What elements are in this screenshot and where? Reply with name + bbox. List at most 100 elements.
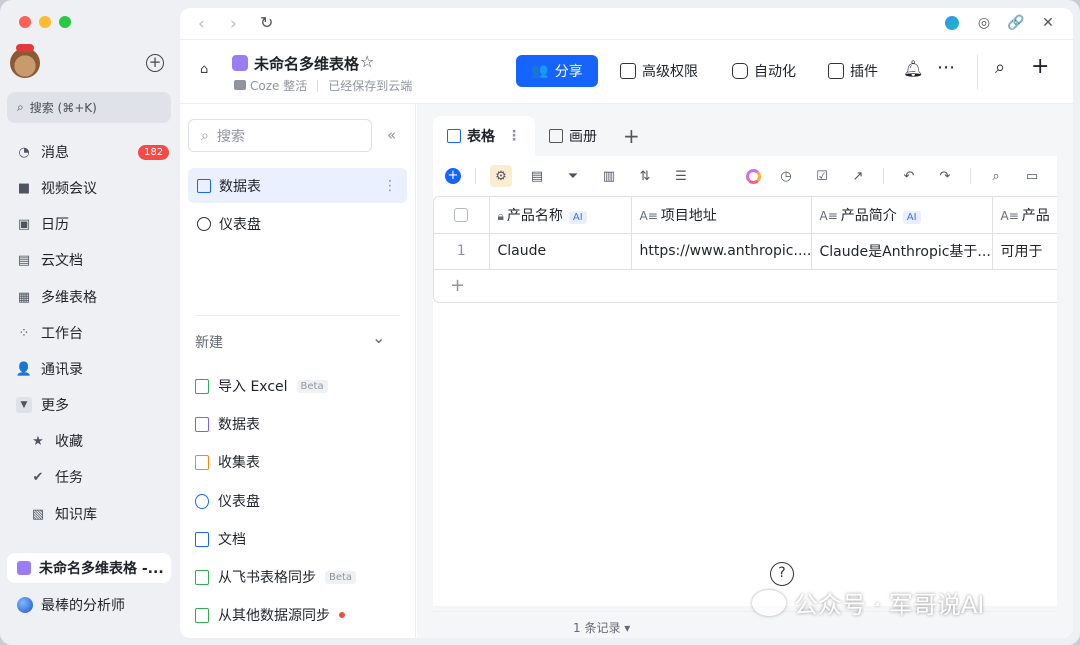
add-record-icon[interactable]: + xyxy=(445,168,461,184)
recent-item-analyst[interactable]: 最棒的分析师 xyxy=(7,590,171,620)
assistant-icon[interactable] xyxy=(943,14,961,32)
bell-icon[interactable]: 🔔︎ xyxy=(903,59,923,78)
star-icon[interactable]: ☆ xyxy=(360,52,374,71)
workspace-breadcrumb[interactable]: Coze 整活 xyxy=(234,77,307,94)
reload-icon[interactable]: ↻ xyxy=(260,13,273,32)
redo-icon[interactable]: ↷ xyxy=(934,165,956,187)
avatar[interactable] xyxy=(10,44,40,78)
sidebar-item-label: 消息 xyxy=(41,145,69,161)
sidebar-item-video[interactable]: ■ 视频会议 xyxy=(16,176,97,200)
sidebar-item-messages[interactable]: ◔ 消息 xyxy=(16,140,69,164)
grid-table: 🔒︎ 产品名称 AI A≡ 项目地址 A≡ 产品简介 AI A≡ 产品 1 Cl… xyxy=(434,197,1057,270)
share-arrow-icon[interactable]: ↗ xyxy=(847,165,869,187)
new-dashboard[interactable]: 仪表盘 xyxy=(195,490,260,512)
sidebar-item-label: 任务 xyxy=(55,470,83,486)
sidebar-item-dashboard[interactable]: 仪表盘 xyxy=(188,206,407,241)
table-search-input[interactable]: ⌕ 搜索 xyxy=(188,119,372,152)
field-config-icon[interactable]: ▤ xyxy=(526,165,548,187)
app-sidebar: + ⌕ 搜索 (⌘+K) ◔ 消息 182 ■ 视频会议 ▣ 日历 ▤ 云文档 … xyxy=(0,0,178,645)
more-icon[interactable]: ⋯ xyxy=(937,57,955,78)
column-header-product[interactable]: A≡ 产品 xyxy=(992,197,1057,234)
forward-icon[interactable]: › xyxy=(230,14,237,34)
sidebar-item-calendar[interactable]: ▣ 日历 xyxy=(16,212,69,236)
permissions-button[interactable]: 高级权限 xyxy=(620,61,698,81)
settings-icon[interactable]: ⚙ xyxy=(490,165,512,187)
sidebar-item-workplace[interactable]: ⁘ 工作台 xyxy=(16,321,83,345)
link-icon[interactable]: 🔗 xyxy=(1007,14,1025,32)
tab-gallery[interactable]: 画册 xyxy=(535,116,611,156)
close-icon[interactable]: ✕ xyxy=(1039,14,1057,32)
more-vertical-icon[interactable]: ⋮ xyxy=(507,128,521,144)
add-view-icon[interactable]: + xyxy=(611,116,652,156)
page-title[interactable]: 未命名多维表格 xyxy=(254,53,359,74)
new-import-excel[interactable]: 导入 Excel Beta xyxy=(195,375,328,397)
record-count-dropdown[interactable]: 1 条记录 ▾ xyxy=(573,619,630,636)
cell-product-extra[interactable]: 可用于 xyxy=(992,233,1057,270)
search-icon[interactable]: ⌕ xyxy=(995,57,1005,78)
new-sync-sheet[interactable]: 从飞书表格同步 Beta xyxy=(195,566,357,588)
plugins-button[interactable]: 插件 xyxy=(828,61,878,81)
wechat-icon xyxy=(752,589,786,616)
comment-icon[interactable]: ▭ xyxy=(1021,165,1043,187)
filter-icon[interactable]: ⏷ xyxy=(562,165,584,187)
checkbox-icon xyxy=(454,207,469,222)
minimize-window-button[interactable] xyxy=(39,16,51,28)
automation-button[interactable]: 自动化 xyxy=(732,61,796,81)
sidebar-item-docs[interactable]: ▤ 云文档 xyxy=(16,248,83,272)
new-sync-other[interactable]: 从其他数据源同步 xyxy=(195,604,345,626)
undo-icon[interactable]: ↶ xyxy=(898,165,920,187)
chat-icon: ◔ xyxy=(18,144,30,160)
group-icon[interactable]: ▥ xyxy=(598,165,620,187)
new-datatable[interactable]: 数据表 xyxy=(195,413,260,435)
global-search-input[interactable]: ⌕ 搜索 (⌘+K) xyxy=(7,92,171,123)
add-row-button[interactable]: + xyxy=(434,270,1057,302)
history-icon[interactable]: ◷ xyxy=(775,165,797,187)
sidebar-item-base[interactable]: ▦ 多维表格 xyxy=(16,285,97,309)
sort-icon[interactable]: ⇅ xyxy=(634,165,656,187)
save-status: 已经保存到云端 xyxy=(328,79,413,93)
new-section-title: 新建 xyxy=(195,335,223,351)
close-window-button[interactable] xyxy=(19,16,31,28)
recent-item-base[interactable]: 未命名多维表格 -... xyxy=(7,553,171,583)
home-icon[interactable]: ⌂ xyxy=(200,62,218,80)
compass-icon[interactable]: ◎ xyxy=(975,14,993,32)
messages-count-badge: 182 xyxy=(138,145,170,160)
more-vertical-icon[interactable]: ⋮ xyxy=(383,178,397,194)
base-icon xyxy=(17,561,31,575)
row-height-icon[interactable]: ☰ xyxy=(670,165,692,187)
ai-icon[interactable] xyxy=(746,168,761,184)
dashboard-icon xyxy=(195,493,209,509)
cell-project-url[interactable]: https://www.anthropic.... xyxy=(631,233,812,270)
chevron-down-icon[interactable]: ⌄ xyxy=(372,328,385,347)
table-row[interactable]: 1 Claude https://www.anthropic.... Claud… xyxy=(434,233,1057,270)
column-header-summary[interactable]: A≡ 产品简介 AI xyxy=(811,197,993,234)
doc-meta: Coze 整活 已经保存到云端 xyxy=(234,77,412,94)
column-header-name[interactable]: 🔒︎ 产品名称 AI xyxy=(489,197,632,234)
column-header-url[interactable]: A≡ 项目地址 xyxy=(631,197,812,234)
tab-grid[interactable]: 表格 ⋮ xyxy=(433,116,535,156)
find-icon[interactable]: ⌕ xyxy=(985,165,1007,187)
zoom-window-button[interactable] xyxy=(59,16,71,28)
sidebar-item-contacts[interactable]: 👤 通讯录 xyxy=(16,357,83,381)
create-icon[interactable]: + xyxy=(146,54,164,72)
sidebar-item-favorites[interactable]: ★ 收藏 xyxy=(30,430,83,452)
new-doc[interactable]: 文档 xyxy=(195,528,246,550)
video-icon: ■ xyxy=(17,180,31,196)
back-icon[interactable]: ‹ xyxy=(198,14,205,34)
checklist-icon[interactable]: ☑ xyxy=(811,165,833,187)
divider xyxy=(977,54,978,90)
help-icon[interactable]: ? xyxy=(770,562,794,586)
add-icon[interactable]: + xyxy=(1031,54,1049,79)
share-button[interactable]: 👥 分享 xyxy=(516,55,598,87)
base-sidebar: ⌕ 搜索 « 数据表 ⋮ 仪表盘 新建 ⌄ 导入 Excel Beta 数据表 … xyxy=(180,104,416,638)
sidebar-item-datatable[interactable]: 数据表 ⋮ xyxy=(188,168,407,203)
new-form[interactable]: 收集表 xyxy=(195,451,260,473)
cell-product-summary[interactable]: Claude是Anthropic基于... xyxy=(811,233,993,270)
sidebar-item-wiki[interactable]: ▧ 知识库 xyxy=(30,503,97,525)
divider xyxy=(317,79,319,92)
sidebar-item-more[interactable]: ▼ 更多 xyxy=(16,393,69,417)
select-all-checkbox[interactable] xyxy=(434,197,490,234)
sidebar-item-tasks[interactable]: ✔ 任务 xyxy=(30,466,83,488)
cell-product-name[interactable]: Claude xyxy=(489,233,632,270)
collapse-sidebar-icon[interactable]: « xyxy=(387,126,396,144)
